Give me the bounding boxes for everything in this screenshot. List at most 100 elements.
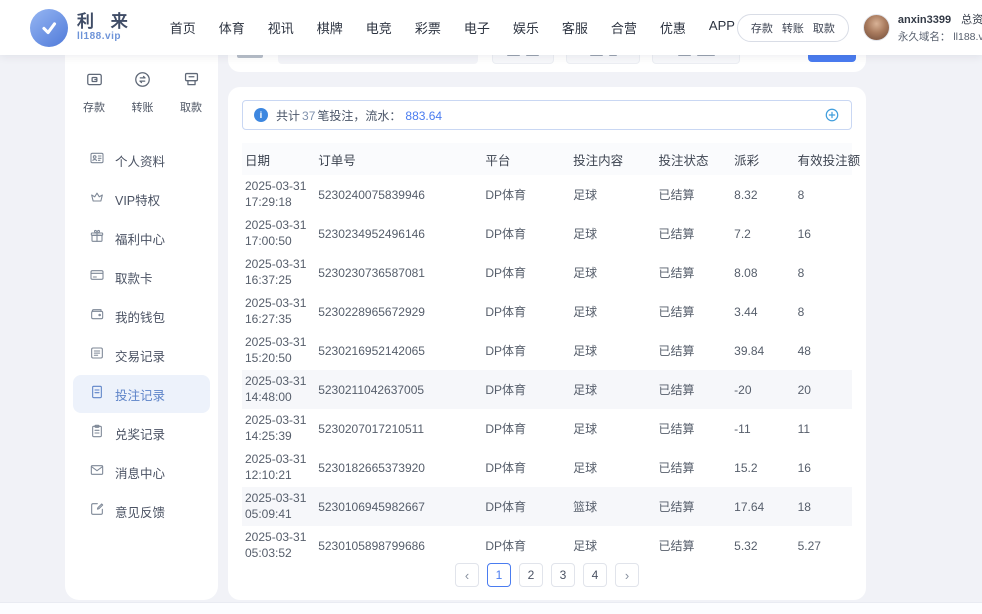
table-row[interactable]: 2025-03-3116:37:25 5230230736587081 DP体育… (242, 253, 852, 292)
cell-order-number: 5230230736587081 (315, 253, 482, 292)
nav-item[interactable]: 棋牌 (315, 14, 345, 41)
nav-item[interactable]: 电子 (462, 14, 492, 41)
table-row[interactable]: 2025-03-3117:00:50 5230234952496146 DP体育… (242, 214, 852, 253)
quick-action[interactable]: 转账 (132, 70, 154, 115)
cell-date: 2025-03-3105:09:41 (242, 487, 315, 526)
page-button[interactable]: 2 (519, 563, 543, 587)
table-row[interactable]: 2025-03-3105:09:41 5230106945982667 DP体育… (242, 487, 852, 526)
brand-domain: ll188.vip (77, 31, 134, 42)
cell-bet-content: 足球 (570, 448, 655, 487)
cell-bet-content: 足球 (570, 526, 655, 565)
cell-date: 2025-03-3116:27:35 (242, 292, 315, 331)
cell-valid-bet: 16 (795, 214, 852, 253)
cell-bet-status: 已结算 (656, 448, 732, 487)
nav-item[interactable]: 合营 (609, 14, 639, 41)
cell-payout: 8.08 (731, 253, 794, 292)
cell-bet-status: 已结算 (656, 292, 732, 331)
sidebar-item[interactable]: VIP特权 (73, 180, 210, 218)
nav-item[interactable]: 电竞 (364, 14, 394, 41)
turnover-value: 883.64 (401, 109, 442, 123)
page-button[interactable]: 4 (583, 563, 607, 587)
nav-item[interactable]: 体育 (217, 14, 247, 41)
next-page-button[interactable]: › (615, 563, 639, 587)
cell-valid-bet: 8 (795, 175, 852, 214)
total-assets: 总资产： 1363.49元 (961, 11, 982, 27)
summary-text: 共计37笔投注，流水：883.64 (276, 107, 442, 124)
cell-platform: DP体育 (482, 292, 570, 331)
transactions-icon (89, 345, 105, 366)
member-center-page: i 共计37笔投注，流水：883.64 日期订单号平台投注内容投注状态派彩有效投… (0, 0, 982, 614)
pagination: ‹ 1234 › (228, 563, 866, 587)
cell-platform: DP体育 (482, 409, 570, 448)
cell-bet-content: 足球 (570, 370, 655, 409)
cell-payout: -20 (731, 370, 794, 409)
nav-item[interactable]: 客服 (560, 14, 590, 41)
cell-order-number: 5230207017210511 (315, 409, 482, 448)
expand-plus-icon[interactable] (824, 107, 840, 123)
quick-action[interactable]: 存款 (83, 70, 105, 115)
table-row[interactable]: 2025-03-3115:20:50 5230216952142065 DP体育… (242, 331, 852, 370)
column-header: 投注状态 (656, 143, 732, 175)
wallet-action[interactable]: 转账 (782, 20, 804, 36)
sidebar-item[interactable]: 个人资料 (73, 141, 210, 179)
column-header: 日期 (242, 143, 315, 175)
cell-payout: -11 (731, 409, 794, 448)
prev-page-button[interactable]: ‹ (455, 563, 479, 587)
avatar[interactable] (863, 14, 890, 41)
sidebar-item[interactable]: 意见反馈 (73, 492, 210, 530)
table-row[interactable]: 2025-03-3116:27:35 5230228965672929 DP体育… (242, 292, 852, 331)
cell-platform: DP体育 (482, 214, 570, 253)
cell-payout: 5.32 (731, 526, 794, 565)
cell-payout: 3.44 (731, 292, 794, 331)
sidebar-item[interactable]: 投注记录 (73, 375, 210, 413)
user-info[interactable]: anxin3399 总资产： 1363.49元 永久域名： ll188.vip … (863, 11, 982, 44)
table-row[interactable]: 2025-03-3112:10:21 5230182665373920 DP体育… (242, 448, 852, 487)
cell-platform: DP体育 (482, 448, 570, 487)
cell-date: 2025-03-3112:10:21 (242, 448, 315, 487)
brand-logo[interactable]: 利 来 ll188.vip (30, 9, 134, 47)
wallet-action[interactable]: 存款 (751, 20, 773, 36)
sidebar-item[interactable]: 我的钱包 (73, 297, 210, 335)
quick-action[interactable]: 取款 (180, 70, 202, 115)
sidebar-item[interactable]: 兑奖记录 (73, 414, 210, 452)
cell-date: 2025-03-3115:20:50 (242, 331, 315, 370)
nav-item[interactable]: 彩票 (413, 14, 443, 41)
cell-payout: 39.84 (731, 331, 794, 370)
nav-item[interactable]: 视讯 (266, 14, 296, 41)
sidebar-item[interactable]: 取款卡 (73, 258, 210, 296)
cell-platform: DP体育 (482, 370, 570, 409)
table-row[interactable]: 2025-03-3117:29:18 5230240075839946 DP体育… (242, 175, 852, 214)
cell-bet-status: 已结算 (656, 370, 732, 409)
gift-icon (89, 228, 105, 249)
nav-item[interactable]: APP (707, 14, 737, 41)
sidebar-item[interactable]: 交易记录 (73, 336, 210, 374)
page-button[interactable]: 1 (487, 563, 511, 587)
cell-payout: 8.32 (731, 175, 794, 214)
wallet-action[interactable]: 取款 (813, 20, 835, 36)
nav-item[interactable]: 娱乐 (511, 14, 541, 41)
cell-bet-status: 已结算 (656, 175, 732, 214)
withdraw-icon (182, 70, 201, 94)
sidebar-item[interactable]: 消息中心 (73, 453, 210, 491)
cell-bet-status: 已结算 (656, 487, 732, 526)
cell-date: 2025-03-3116:37:25 (242, 253, 315, 292)
permanent-domain: 永久域名： ll188.vip | ll188.... (898, 29, 982, 44)
sidebar-item[interactable]: 福利中心 (73, 219, 210, 257)
cell-valid-bet: 5.27 (795, 526, 852, 565)
cell-date: 2025-03-3117:00:50 (242, 214, 315, 253)
transfer-icon (133, 70, 152, 94)
cell-order-number: 5230234952496146 (315, 214, 482, 253)
nav-item[interactable]: 首页 (168, 14, 198, 41)
bank-card-icon (89, 267, 105, 288)
cell-order-number: 5230105898799686 (315, 526, 482, 565)
nav-item[interactable]: 优惠 (658, 14, 688, 41)
cell-bet-content: 足球 (570, 214, 655, 253)
table-row[interactable]: 2025-03-3105:03:52 5230105898799686 DP体育… (242, 526, 852, 565)
cell-payout: 15.2 (731, 448, 794, 487)
table-row[interactable]: 2025-03-3114:25:39 5230207017210511 DP体育… (242, 409, 852, 448)
cell-payout: 17.64 (731, 487, 794, 526)
table-row[interactable]: 2025-03-3114:48:00 5230211042637005 DP体育… (242, 370, 852, 409)
cell-payout: 7.2 (731, 214, 794, 253)
bet-records-icon (89, 384, 105, 405)
page-button[interactable]: 3 (551, 563, 575, 587)
